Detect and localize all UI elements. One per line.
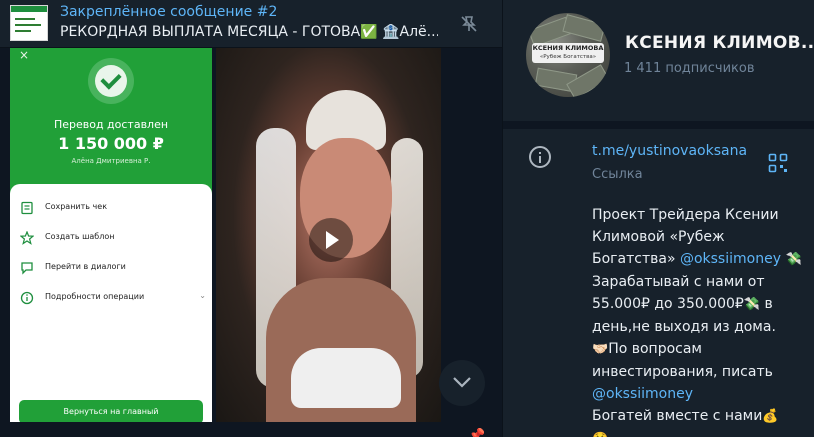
pinned-text: РЕКОРДНАЯ ВЫПЛАТА МЕСЯЦА - ГОТОВА✅ 🏦Алё.…	[60, 24, 438, 40]
video-thumbnail[interactable]	[216, 48, 441, 422]
channel-name: КСЕНИЯ КЛИМОВ...	[625, 33, 814, 53]
info-icon	[20, 291, 34, 305]
mention-link[interactable]: @okssiimoney	[680, 251, 781, 267]
star-badge-icon	[20, 231, 34, 245]
channel-description: Проект Трейдера Ксении Климовой «Рубеж Б…	[592, 207, 802, 437]
receipt-action-dialogs: Перейти в диалоги	[20, 259, 206, 277]
pinned-title: Закреплённое сообщение #2	[60, 4, 278, 20]
info-icon	[529, 146, 551, 168]
pinned-thumbnail	[10, 5, 48, 41]
transfer-status: Перевод доставлен	[53, 118, 169, 131]
chat-bottom-strip	[0, 422, 502, 437]
channel-link[interactable]: t.me/yustinovaoksana	[592, 143, 747, 159]
chevron-down-icon	[453, 377, 471, 388]
pinned-message-bar[interactable]: Закреплённое сообщение #2 РЕКОРДНАЯ ВЫПЛ…	[0, 0, 502, 48]
channel-avatar[interactable]: КСЕНИЯ КЛИМОВА «Рубеж Богатства»	[526, 13, 610, 97]
mention-link[interactable]: @okssiimoney	[592, 386, 693, 402]
receipt-actions-sheet: Сохранить чек Создать шаблон Перейти в д…	[10, 184, 212, 422]
transfer-recipient: Алёна Дмитриевна Р.	[71, 157, 151, 165]
avatar-title: КСЕНИЯ КЛИМОВА	[532, 44, 604, 52]
chat-icon	[21, 262, 33, 275]
receipt-action-template: Создать шаблон	[20, 229, 206, 247]
link-label: Ссылка	[592, 167, 643, 182]
receipt-close-icon: ×	[19, 48, 30, 62]
receipt-action-save: Сохранить чек	[20, 199, 206, 217]
back-to-main-button: Вернуться на главный	[19, 400, 203, 422]
pin-small-icon: 📌	[468, 428, 484, 437]
qr-code-icon[interactable]	[768, 153, 788, 173]
transfer-amount: 1 150 000 ₽	[58, 134, 164, 153]
subscriber-count: 1 411 подписчиков	[624, 61, 755, 76]
chat-area[interactable]: Закреплённое сообщение #2 РЕКОРДНАЯ ВЫПЛ…	[0, 0, 502, 437]
play-icon[interactable]	[309, 218, 353, 262]
chevron-down-icon: ⌄	[199, 291, 206, 300]
divider	[503, 121, 814, 129]
unpin-icon[interactable]	[459, 14, 479, 34]
receipt-photo[interactable]: × Перевод доставлен 1 150 000 ₽ Алёна Дм…	[10, 48, 212, 422]
avatar-subtitle: «Рубеж Богатства»	[539, 54, 597, 60]
telegram-window: Закреплённое сообщение #2 РЕКОРДНАЯ ВЫПЛ…	[0, 0, 814, 437]
scroll-down-button[interactable]	[439, 360, 485, 406]
receipt-action-details: Подробности операции ⌄	[20, 289, 206, 307]
channel-info-panel: КСЕНИЯ КЛИМОВА «Рубеж Богатства» КСЕНИЯ …	[502, 0, 814, 437]
receipt-icon	[21, 201, 33, 215]
